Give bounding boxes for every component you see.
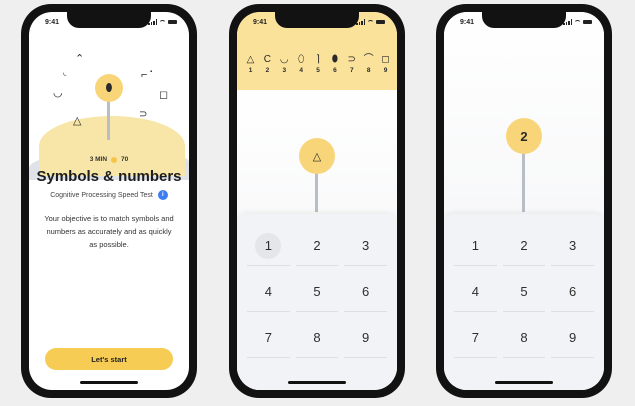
number-test-screen: 9:41 2 1 2 3 4 5 6 7 8 9	[444, 12, 604, 390]
test-meta: 3 MIN 70	[29, 156, 189, 163]
reverse-c-icon: ⊃	[347, 54, 356, 65]
cup-icon: ◡	[279, 54, 289, 65]
corner-icon: ⌉	[316, 54, 320, 65]
keypad-key-8[interactable]: 8	[502, 318, 546, 358]
notch	[275, 12, 359, 28]
float-triangle-icon: △	[73, 115, 82, 127]
wifi-icon	[574, 19, 581, 25]
leaf-icon: ⬮	[331, 54, 339, 65]
illustration-pin-head: ⬮	[95, 74, 123, 102]
float-dot-icon: ⋅	[149, 63, 154, 79]
coin-icon	[111, 156, 118, 163]
phone-symbol-test: 9:41 △1 C2 ◡3 ⬯4 ⌉5 ⬮6 ⊃7 ⌒8 ◻9	[229, 4, 405, 398]
keypad-key-4[interactable]: 4	[454, 272, 497, 312]
keypad-key-6[interactable]: 6	[551, 272, 594, 312]
phone-intro: 9:41 ⬮ ◡ ⌃ ◟ ◻ △ ⊃ ⌐ ⋅ 3 MIN 70 Symbols …	[21, 4, 197, 398]
keypad-key-9[interactable]: 9	[551, 318, 594, 358]
key-number: 4	[299, 67, 303, 74]
home-indicator[interactable]	[288, 381, 346, 384]
key-number: 2	[265, 67, 270, 74]
phone-number-test: 9:41 2 1 2 3 4 5 6 7 8 9	[436, 4, 612, 398]
keypad-key-7[interactable]: 7	[247, 318, 290, 358]
battery-icon	[583, 19, 592, 25]
keypad-key-5[interactable]: 5	[295, 272, 339, 312]
keypad-key-9[interactable]: 9	[344, 318, 387, 358]
home-indicator[interactable]	[80, 381, 138, 384]
symbol-test-screen: 9:41 △1 C2 ◡3 ⬯4 ⌉5 ⬮6 ⊃7 ⌒8 ◻9	[237, 12, 397, 390]
key-number: 6	[333, 67, 337, 74]
number-keypad: 1 2 3 4 5 6 7 8 9	[237, 214, 397, 390]
float-cup-icon: ⊃	[139, 109, 148, 120]
float-hook-icon: ⌐	[141, 69, 148, 81]
illustration-hill-yellow	[39, 116, 185, 176]
wifi-icon	[159, 19, 166, 25]
float-square-icon: ◻	[159, 89, 169, 101]
key-number: 1	[248, 67, 253, 74]
key-pair: △ 1	[243, 54, 258, 74]
key-pair: ⬮ 6	[327, 54, 342, 74]
keypad-key-3[interactable]: 3	[344, 226, 387, 266]
slanted-oval-icon: ⬯	[297, 54, 305, 65]
keypad-key-2[interactable]: 2	[502, 226, 546, 266]
key-pair: ⌒ 8	[361, 54, 376, 74]
key-pair: ⊃ 7	[344, 54, 359, 74]
keypad-key-6[interactable]: 6	[344, 272, 387, 312]
triangle-icon: △	[246, 54, 255, 65]
keypad-key-3[interactable]: 3	[551, 226, 594, 266]
pin-symbol-icon: ⬮	[105, 81, 113, 94]
battery-icon	[168, 19, 177, 25]
key-number: 3	[282, 67, 287, 74]
float-arc-icon: ◡	[53, 87, 63, 99]
key-pair: ◻ 9	[378, 54, 393, 74]
key-pair: ⬯ 4	[294, 54, 309, 74]
page-title: Symbols & numbers	[36, 168, 182, 185]
key-number: 8	[366, 67, 371, 74]
intro-illustration: ⬮ ◡ ⌃ ◟ ◻ △ ⊃ ⌐ ⋅	[29, 42, 189, 180]
keypad-key-1[interactable]: 1	[247, 226, 290, 266]
float-corner-icon: ◟	[63, 67, 67, 77]
key-number: 7	[349, 67, 354, 74]
keypad-key-2[interactable]: 2	[295, 226, 339, 266]
status-time: 9:41	[253, 19, 268, 26]
subtitle-row: Cognitive Processing Speed Test i	[29, 190, 189, 200]
key-pair: C2	[260, 54, 275, 74]
points-label: 70	[121, 156, 129, 163]
c-shape-icon: C	[263, 54, 271, 65]
arch-icon: ⌒	[363, 54, 374, 65]
wifi-icon	[367, 19, 374, 25]
float-caret-icon: ⌃	[75, 53, 85, 65]
keypad-key-4[interactable]: 4	[247, 272, 290, 312]
start-button[interactable]: Let's start	[45, 348, 173, 370]
prompt-triangle-icon: △	[312, 150, 322, 163]
instructions-text: Your objective is to match symbols and n…	[44, 214, 174, 249]
square-icon: ◻	[381, 54, 390, 65]
status-time: 9:41	[460, 19, 475, 26]
keypad-key-8[interactable]: 8	[295, 318, 339, 358]
notch	[67, 12, 151, 28]
battery-icon	[376, 19, 385, 25]
notch	[482, 12, 566, 28]
key-pair: ◡ 3	[277, 54, 292, 74]
prompt-number: 2	[520, 128, 528, 144]
keypad-key-1[interactable]: 1	[454, 226, 497, 266]
status-time: 9:41	[45, 19, 60, 26]
number-keypad: 1 2 3 4 5 6 7 8 9	[444, 214, 604, 390]
keypad-key-5[interactable]: 5	[502, 272, 546, 312]
keypad-key-7[interactable]: 7	[454, 318, 497, 358]
key-number: 9	[383, 67, 388, 74]
prompt-number-bubble: 2	[506, 118, 542, 154]
symbol-key-row: △ 1 C2 ◡ 3 ⬯ 4 ⌉ 5 ⬮ 6 ⊃ 7 ⌒ 8 ◻ 9	[243, 54, 393, 74]
prompt-symbol-bubble: △	[299, 138, 335, 174]
key-pair: ⌉ 5	[311, 54, 326, 74]
home-indicator[interactable]	[495, 381, 553, 384]
info-icon[interactable]: i	[157, 190, 168, 200]
test-subtitle: Cognitive Processing Speed Test	[50, 191, 153, 199]
key-number: 5	[316, 67, 320, 74]
duration-label: 3 MIN	[89, 156, 108, 163]
intro-screen: 9:41 ⬮ ◡ ⌃ ◟ ◻ △ ⊃ ⌐ ⋅ 3 MIN 70 Symbols …	[29, 12, 189, 390]
